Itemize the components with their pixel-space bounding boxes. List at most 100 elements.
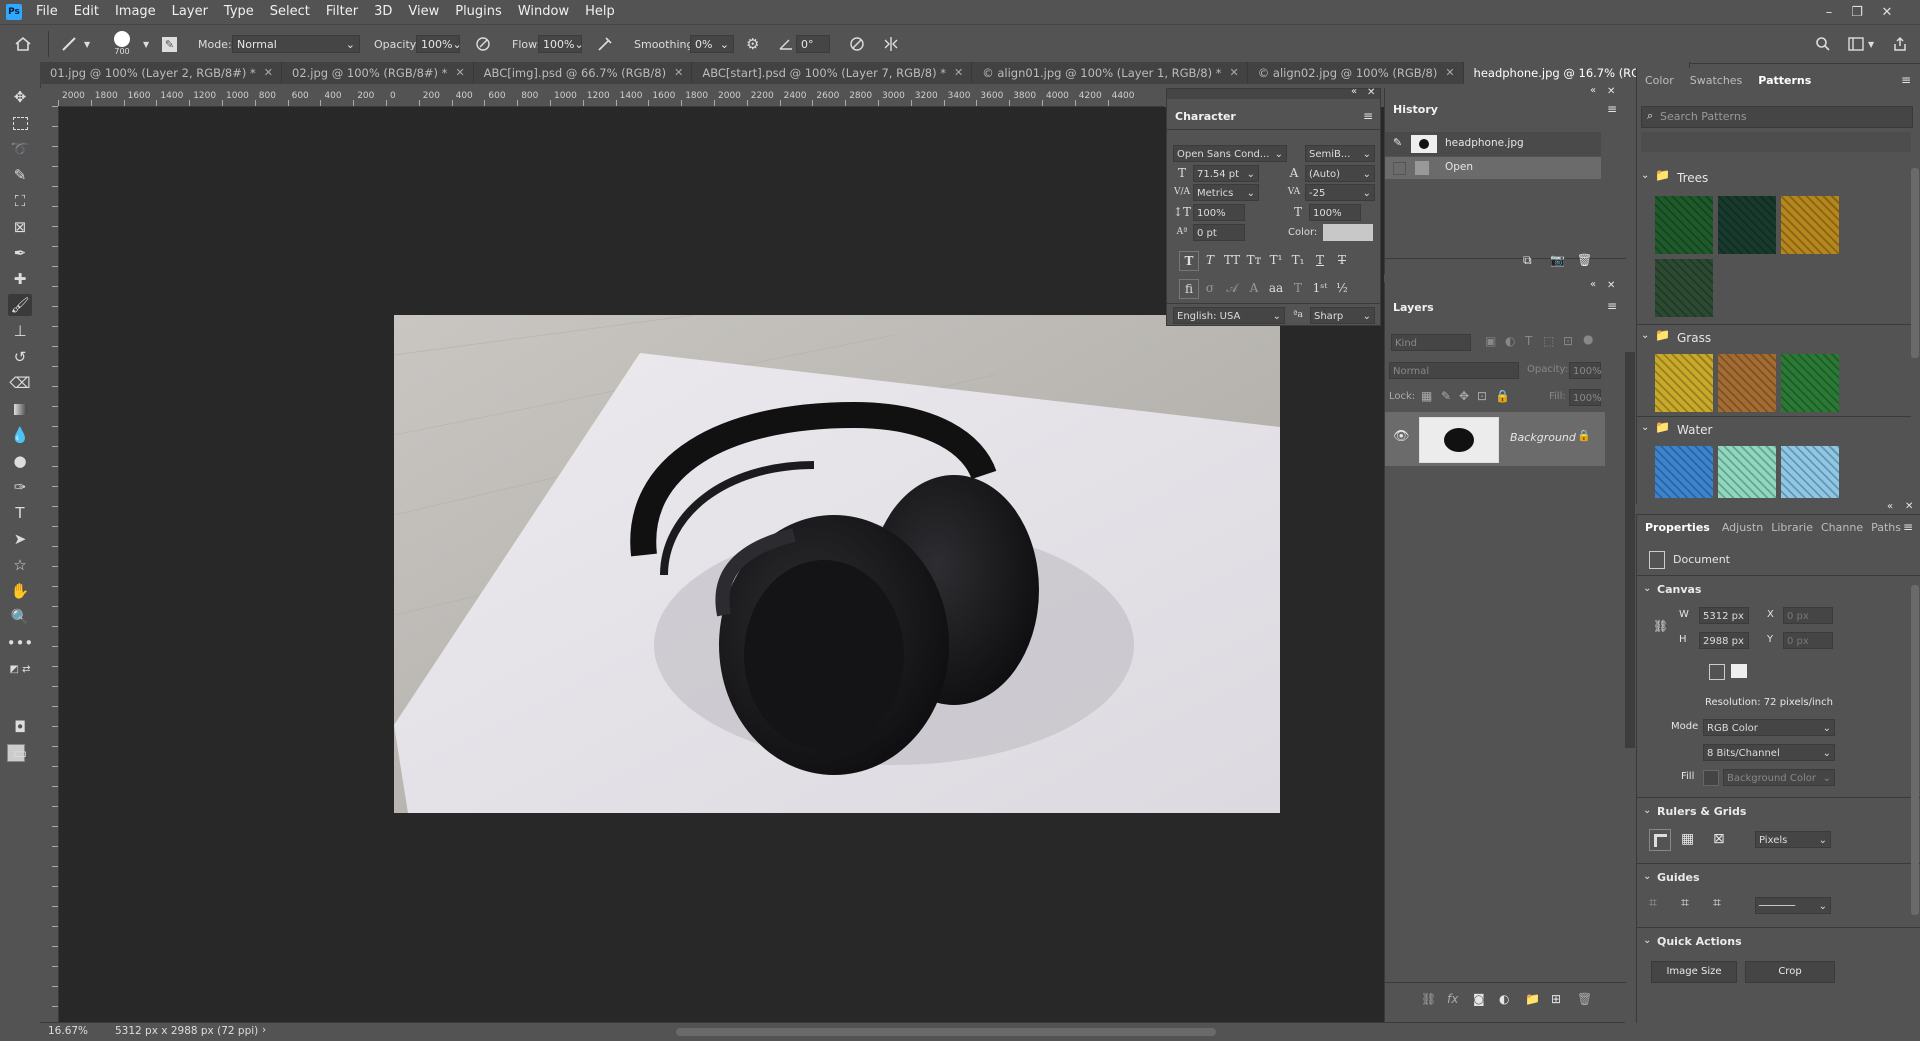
panel-menu-icon[interactable]: ≡ [1903, 520, 1913, 534]
image-size-button[interactable]: Image Size [1651, 961, 1737, 983]
properties-scrollbar[interactable] [1911, 585, 1919, 915]
menu-plugins[interactable]: Plugins [447, 0, 510, 24]
pattern-group-water[interactable]: ⌄ 📁 Water [1637, 420, 1907, 442]
tab-doc-5[interactable]: © align01.jpg @ 100% (Layer 1, RGB/8) * ✕ [972, 62, 1248, 84]
close-icon[interactable]: ✕ [455, 62, 464, 84]
move-tool-icon[interactable]: ✥ [8, 86, 32, 108]
pattern-swatch[interactable] [1655, 354, 1713, 412]
layer-row[interactable]: 👁 Background 🔒 [1385, 412, 1605, 466]
menu-layer[interactable]: Layer [164, 0, 216, 24]
adjustment-layer-icon[interactable]: ◐ [1499, 992, 1509, 1006]
link-layers-icon[interactable]: ⛓ [1421, 992, 1436, 1006]
vertical-scale-field[interactable]: 100% [1193, 204, 1245, 221]
visibility-eye-icon[interactable]: 👁 [1393, 429, 1410, 444]
crop-tool-icon[interactable]: ⛶ [8, 190, 32, 212]
filter-smart-object-icon[interactable]: ⊡ [1563, 334, 1573, 348]
contextual-alternates-icon[interactable]: T [1289, 279, 1307, 297]
all-caps-icon[interactable]: TT [1223, 251, 1241, 269]
guide-style-select[interactable]: ────── ⌄ [1755, 897, 1831, 914]
filter-pixel-icon[interactable]: ▣ [1485, 334, 1496, 348]
layer-fill-field[interactable]: 100% [1569, 389, 1602, 406]
landscape-orientation-icon[interactable] [1731, 664, 1747, 678]
history-brush-tool-icon[interactable]: ↺ [8, 346, 32, 368]
menu-edit[interactable]: Edit [66, 0, 107, 24]
layer-style-fx-icon[interactable]: fx [1447, 992, 1458, 1006]
show-grid-icon[interactable]: ▦ [1681, 831, 1694, 847]
tab-swatches[interactable]: Swatches [1682, 68, 1751, 94]
language-select[interactable]: English: USA ⌄ [1173, 307, 1285, 324]
canvas-height-field[interactable]: 2988 px [1699, 632, 1749, 649]
pattern-group-grass[interactable]: ⌄ 📁 Grass [1637, 328, 1907, 350]
fractions-icon[interactable]: ½ [1333, 279, 1351, 297]
brush-angle-field[interactable]: 0° [796, 35, 830, 53]
shape-tool-icon[interactable]: ☆ [8, 554, 32, 576]
canvas-section-title[interactable]: Canvas [1657, 583, 1701, 596]
small-caps-icon[interactable]: Tᴛ [1245, 251, 1263, 269]
new-document-from-state-icon[interactable]: ⧉ [1523, 253, 1532, 268]
brush-tool-icon[interactable]: 🖌 [8, 294, 32, 316]
tab-color[interactable]: Color [1637, 68, 1682, 94]
trash-icon[interactable]: 🗑 [1577, 253, 1592, 267]
canvas-width-field[interactable]: 5312 px [1699, 607, 1749, 624]
character-title[interactable]: Character [1175, 110, 1236, 123]
new-group-folder-icon[interactable]: 📁 [1525, 992, 1540, 1006]
new-guide-layout-icon[interactable]: ⌗ [1713, 895, 1721, 911]
close-window-button[interactable]: ✕ [1872, 0, 1902, 24]
smoothing-field[interactable]: 0% ⌄ [690, 35, 734, 53]
superscript-icon[interactable]: T¹ [1267, 251, 1285, 269]
subscript-icon[interactable]: T₁ [1289, 251, 1307, 269]
faux-italic-icon[interactable]: T [1201, 251, 1219, 269]
color-mode-select[interactable]: RGB Color ⌄ [1703, 719, 1835, 736]
pattern-swatch[interactable] [1718, 446, 1776, 498]
brush-size-dropdown-icon[interactable]: ▼ [143, 25, 149, 63]
titling-alternates-icon[interactable]: aa [1267, 279, 1285, 297]
text-color-swatch[interactable] [1323, 224, 1373, 241]
show-guides-icon[interactable]: ⌗ [1649, 895, 1657, 911]
pattern-swatch[interactable] [1655, 446, 1713, 498]
tab-properties[interactable]: Properties [1637, 515, 1718, 541]
new-layer-icon[interactable]: ⊞ [1551, 992, 1561, 1006]
close-icon[interactable]: ✕ [264, 62, 273, 84]
canvas-x-field[interactable]: 0 px [1783, 607, 1833, 624]
lock-artboard-icon[interactable]: ⊡ [1477, 389, 1487, 403]
filter-toggle-icon[interactable]: ● [1583, 332, 1593, 346]
mode-select[interactable]: Normal ⌄ [232, 35, 360, 53]
menu-view[interactable]: View [400, 0, 447, 24]
patterns-scrollbar[interactable] [1911, 168, 1919, 358]
quick-mask-icon[interactable]: ◘ [8, 716, 32, 738]
leading-field[interactable]: (Auto) ⌄ [1305, 165, 1375, 182]
layers-scrollbar[interactable] [1625, 352, 1635, 748]
canvas-y-field[interactable]: 0 px [1783, 632, 1833, 649]
search-input[interactable]: Search Patterns [1660, 110, 1747, 123]
tracking-field[interactable]: -25 ⌄ [1305, 184, 1375, 201]
pattern-swatch[interactable] [1781, 354, 1839, 412]
default-colors-icon[interactable]: ◩ ⇄ [8, 658, 32, 680]
opacity-field[interactable]: 100% ⌄ [416, 35, 462, 53]
ordinals-icon[interactable]: 1ˢᵗ [1311, 279, 1329, 297]
healing-brush-tool-icon[interactable]: ✚ [8, 268, 32, 290]
bit-depth-select[interactable]: 8 Bits/Channel ⌄ [1703, 744, 1835, 761]
tab-doc-4[interactable]: ABC[start].psd @ 100% (Layer 7, RGB/8) *… [692, 62, 973, 84]
menu-image[interactable]: Image [107, 0, 164, 24]
close-icon[interactable]: ✕ [674, 62, 683, 84]
strikethrough-icon[interactable]: T [1333, 251, 1351, 269]
pressure-size-icon[interactable] [848, 25, 866, 63]
lock-position-icon[interactable]: ✥ [1459, 389, 1469, 403]
status-arrow-icon[interactable]: › [262, 1024, 266, 1036]
lock-transparency-icon[interactable]: ▦ [1421, 389, 1432, 403]
history-state[interactable]: Open [1385, 157, 1601, 179]
show-rulers-icon[interactable] [1649, 829, 1671, 851]
zoom-tool-icon[interactable]: 🔍 [8, 606, 32, 628]
tab-adjustments[interactable]: Adjustn [1718, 515, 1767, 541]
menu-filter[interactable]: Filter [318, 0, 366, 24]
rulers-grids-section-title[interactable]: Rulers & Grids [1657, 805, 1746, 818]
hand-tool-icon[interactable]: ✋ [8, 580, 32, 602]
menu-type[interactable]: Type [216, 0, 262, 24]
font-family-select[interactable]: Open Sans Cond... ⌄ [1173, 145, 1287, 162]
collapse-icon[interactable]: « [1590, 279, 1596, 290]
pressure-opacity-icon[interactable] [474, 25, 492, 63]
blend-mode-select[interactable]: Normal [1389, 362, 1519, 379]
lock-all-icon[interactable]: 🔒 [1495, 389, 1510, 403]
font-style-select[interactable]: SemiB... ⌄ [1305, 145, 1375, 162]
horizontal-ruler[interactable]: 2000 1800 1600 1400 1200 1000 800 600 400 200 0 200… [58, 88, 1164, 107]
